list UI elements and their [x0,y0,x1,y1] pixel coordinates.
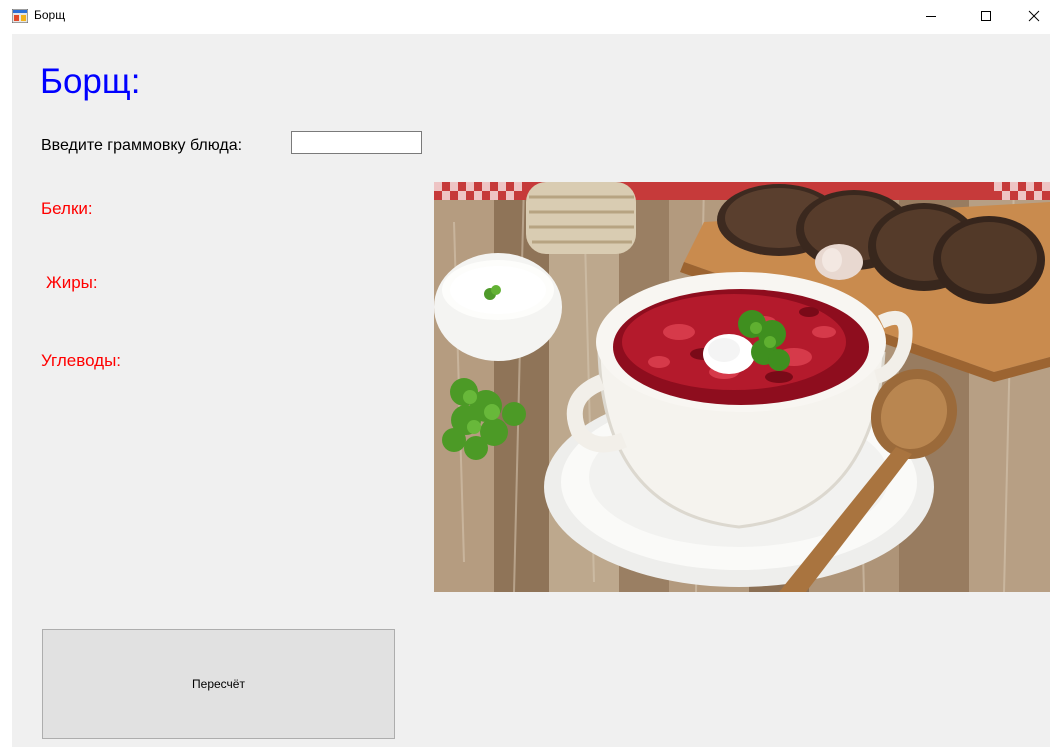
close-icon [1028,10,1040,22]
minimize-icon [926,16,936,17]
borscht-photo [434,182,1050,592]
maximize-icon [981,11,991,21]
gram-prompt-label: Введите граммовку блюда: [41,137,243,154]
maximize-button[interactable] [963,0,1009,32]
carbs-label: Углеводы: [41,351,122,370]
title-bar: Борщ [0,0,1050,34]
gram-input[interactable] [291,131,422,154]
form-client-area: Борщ: Введите граммовку блюда: Белки: Жи… [12,34,1050,747]
fat-label: Жиры: [46,273,98,292]
close-button[interactable] [1018,0,1050,32]
dish-heading: Борщ: [40,62,141,101]
minimize-button[interactable] [908,0,954,32]
protein-label: Белки: [41,199,93,218]
app-icon [12,9,28,23]
recalculate-button[interactable]: Пересчёт [42,629,395,739]
window-title: Борщ [34,8,66,22]
